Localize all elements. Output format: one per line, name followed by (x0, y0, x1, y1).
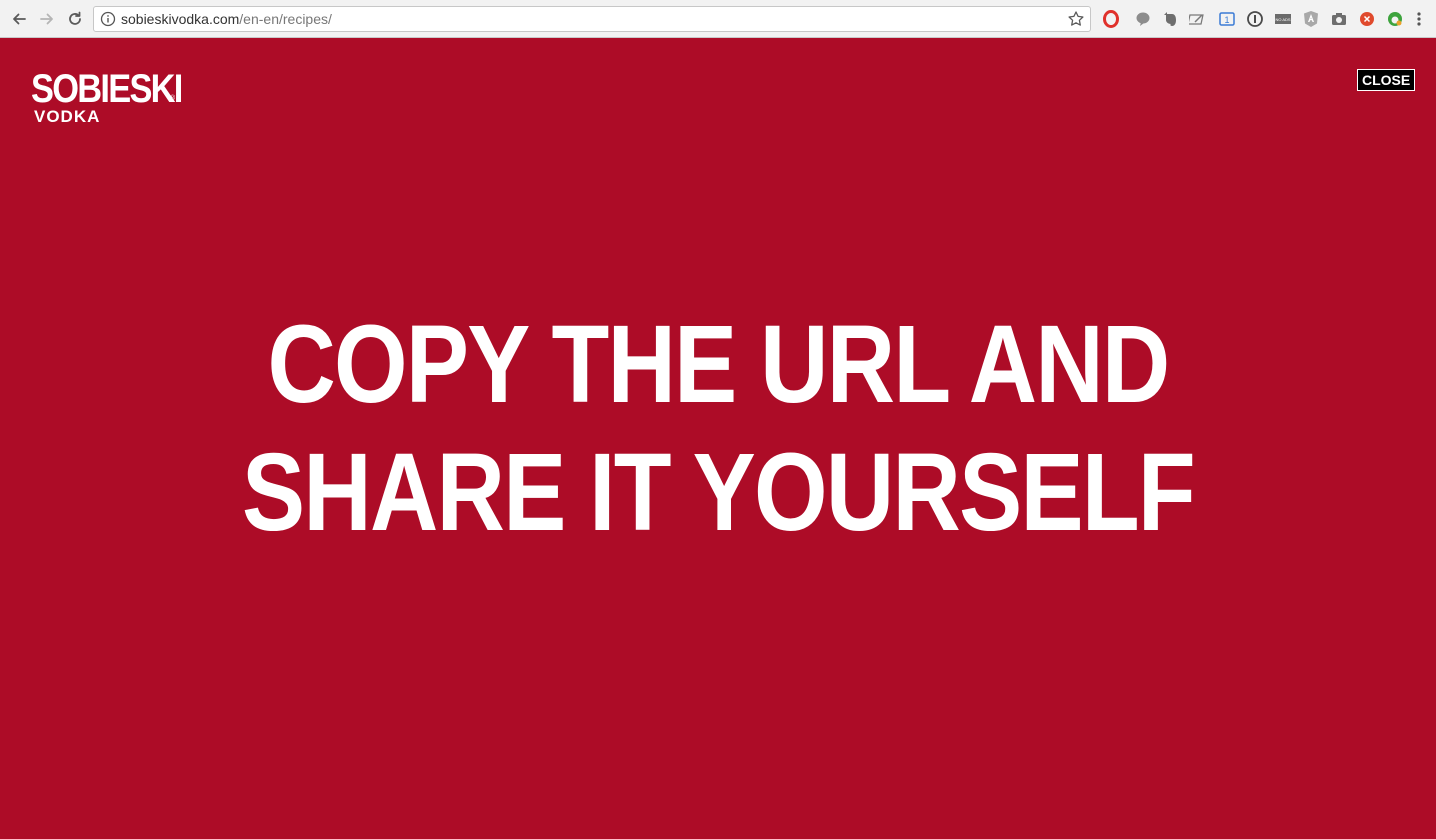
info-icon[interactable] (100, 11, 116, 27)
close-circle-icon[interactable] (1358, 10, 1376, 28)
speech-bubble-icon[interactable] (1134, 10, 1152, 28)
share-overlay: SOBIESKI ® VODKA CLOSE COPY THE URL AND … (0, 39, 1436, 839)
opera-icon[interactable] (1102, 10, 1120, 28)
forward-button[interactable] (36, 8, 58, 30)
browser-toolbar: sobieskivodka.com/en-en/recipes/ 1 NO AD… (0, 0, 1436, 38)
url-host: sobieskivodka.com (121, 11, 240, 27)
address-bar[interactable]: sobieskivodka.com/en-en/recipes/ (93, 6, 1091, 32)
logo-registered-mark: ® (170, 95, 176, 102)
share-message: COPY THE URL AND SHARE IT YOURSELF (0, 301, 1436, 557)
camera-icon[interactable] (1330, 10, 1348, 28)
logo-wordmark: SOBIESKI (31, 67, 183, 111)
no-ads-icon[interactable]: NO ADS (1274, 10, 1292, 28)
frog-icon[interactable] (1386, 10, 1404, 28)
back-arrow-icon (13, 13, 26, 25)
headline-line-2: SHARE IT YOURSELF (242, 431, 1196, 554)
close-button[interactable]: CLOSE (1357, 69, 1416, 91)
edit-icon[interactable] (1189, 10, 1207, 28)
headline-line-1: COPY THE URL AND (267, 303, 1170, 426)
evernote-icon[interactable] (1161, 10, 1179, 28)
reload-icon (69, 11, 81, 25)
forward-arrow-icon (40, 13, 53, 25)
menu-dots-icon[interactable] (1410, 10, 1428, 28)
tab-counter-badge: 1 (1224, 15, 1229, 25)
bookmark-star-icon[interactable] (1067, 10, 1085, 28)
back-button[interactable] (8, 8, 30, 30)
tab-counter-icon[interactable]: 1 (1218, 10, 1236, 28)
no-ads-badge: NO ADS (1275, 17, 1290, 22)
reload-button[interactable] (64, 8, 86, 30)
angular-icon[interactable] (1302, 10, 1320, 28)
sobieski-logo[interactable]: SOBIESKI ® VODKA (31, 67, 206, 126)
url-path: /en-en/recipes/ (239, 11, 332, 27)
url-text: sobieskivodka.com/en-en/recipes/ (121, 11, 332, 28)
one-password-icon[interactable] (1246, 10, 1264, 28)
